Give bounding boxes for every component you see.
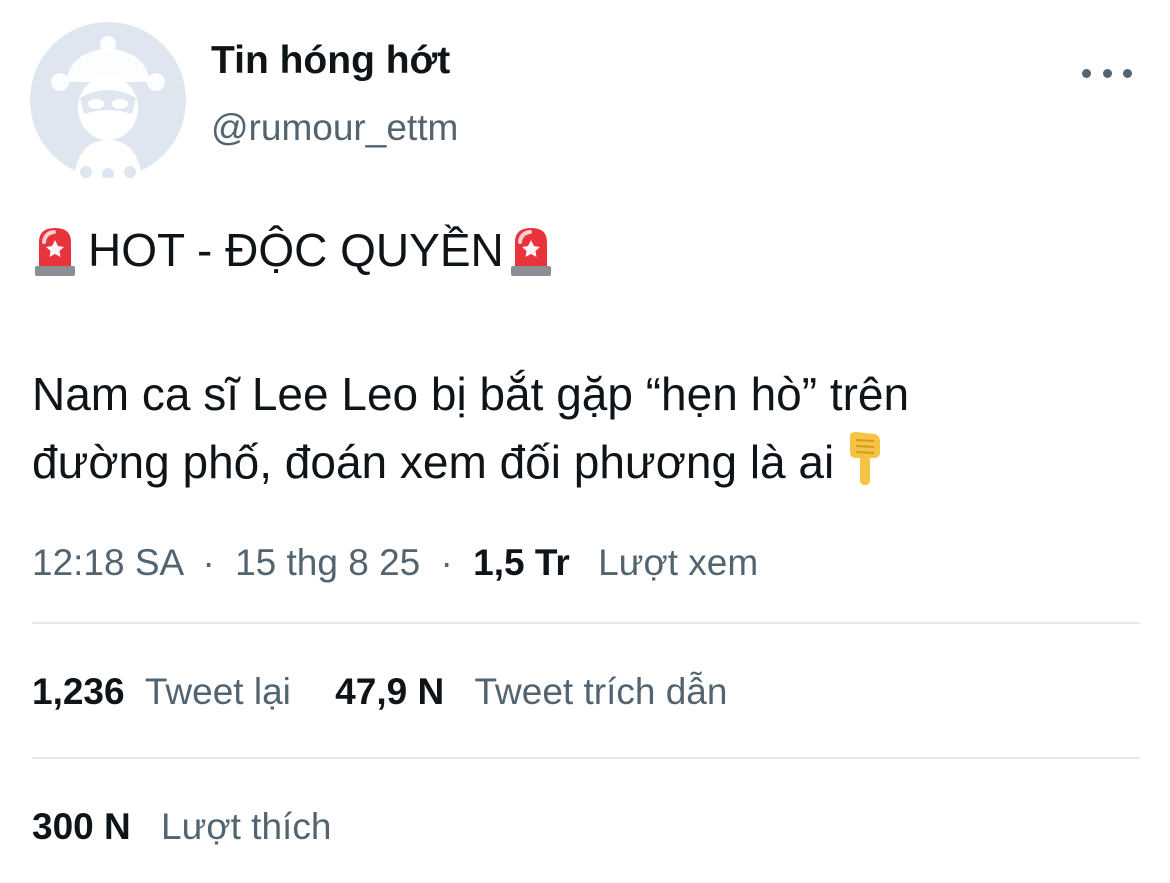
likes-count: 300 N bbox=[32, 806, 131, 847]
quotes-count: 47,9 N bbox=[335, 671, 445, 712]
likes-label: Lượt thích bbox=[161, 806, 332, 847]
tweet-meta: 12:18 SA · 15 thg 8 25 · 1,5 Tr Lượt xem bbox=[32, 540, 758, 586]
pointing-down-hand-emoji bbox=[850, 432, 881, 485]
tweet-headline: HOT - ĐỘC QUYỀN bbox=[32, 218, 1142, 282]
retweets-count: 1,236 bbox=[32, 671, 125, 712]
user-handle[interactable]: @rumour_ettm bbox=[211, 106, 458, 150]
police-siren-emoji bbox=[35, 228, 75, 276]
more-options-icon bbox=[1082, 68, 1091, 78]
likes-link[interactable]: 300 N Lượt thích bbox=[32, 804, 331, 850]
avatar[interactable] bbox=[30, 22, 186, 180]
quotes-label: Tweet trích dẫn bbox=[474, 671, 728, 712]
masked-face-avatar-icon bbox=[30, 22, 186, 180]
views-count: 1,5 Tr bbox=[473, 542, 570, 583]
more-options-button[interactable] bbox=[1082, 60, 1132, 86]
retweets-label: Tweet lại bbox=[144, 671, 291, 712]
tweet-line: Nam ca sĩ Lee Leo bị bắt gặp “hẹn hò” tr… bbox=[32, 368, 910, 420]
meta-separator: · bbox=[440, 542, 453, 583]
divider bbox=[32, 757, 1140, 759]
tweet-time[interactable]: 12:18 SA bbox=[32, 542, 182, 583]
likes-stats-row: 300 N Lượt thích bbox=[32, 804, 331, 850]
tweet-detail: Tin hóng hớt @rumour_ettm HOT - ĐỘC QUYỀ… bbox=[0, 0, 1170, 883]
divider bbox=[32, 622, 1140, 624]
tweet-text: HOT - ĐỘC QUYỀN Nam ca sĩ Lee Leo bị bắt… bbox=[32, 218, 1142, 496]
tweet-date[interactable]: 15 thg 8 25 bbox=[235, 542, 420, 583]
tweet-line: đường phố, đoán xem đối phương là ai bbox=[32, 436, 835, 488]
engagement-stats-row: 1,236 Tweet lại 47,9 N Tweet trích dẫn bbox=[32, 669, 727, 715]
police-siren-emoji bbox=[510, 228, 551, 276]
views-label: Lượt xem bbox=[598, 542, 759, 583]
display-name[interactable]: Tin hóng hớt bbox=[211, 38, 450, 84]
tweet-paragraph: Nam ca sĩ Lee Leo bị bắt gặp “hẹn hò” tr… bbox=[32, 360, 1142, 496]
meta-separator: · bbox=[202, 542, 215, 583]
retweets-link[interactable]: 1,236 Tweet lại bbox=[32, 669, 291, 715]
headline-text: HOT - ĐỘC QUYỀN bbox=[88, 224, 504, 276]
quotes-link[interactable]: 47,9 N Tweet trích dẫn bbox=[335, 669, 727, 715]
tweet-line-with-emoji: đường phố, đoán xem đối phương là ai bbox=[32, 428, 1142, 496]
